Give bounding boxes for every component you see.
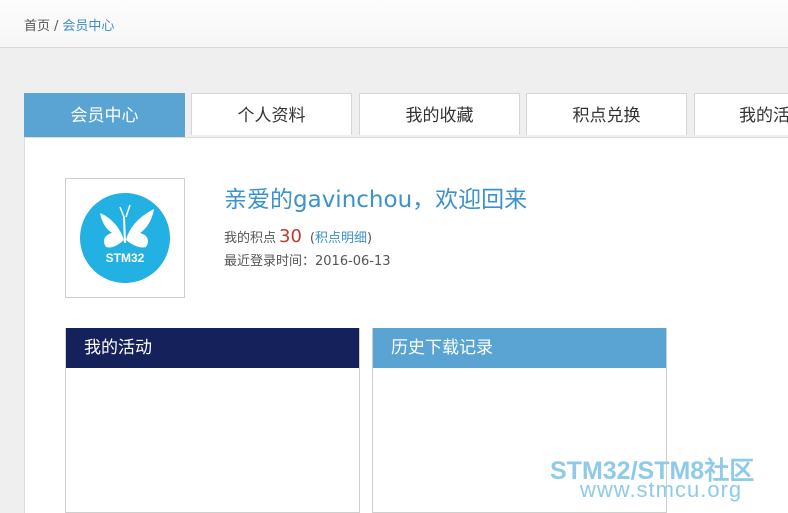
my-activities-title: 我的活动: [66, 328, 359, 368]
tab-profile[interactable]: 个人资料: [191, 93, 352, 135]
tab-bar: 会员中心 个人资料 我的收藏 积点兑换 我的活动: [24, 93, 788, 137]
tab-points-exchange[interactable]: 积点兑换: [526, 93, 687, 135]
top-bar: 首页 / 会员中心: [0, 0, 788, 48]
breadcrumb-current-link[interactable]: 会员中心: [62, 19, 114, 34]
breadcrumb-home-link[interactable]: 首页: [24, 19, 50, 34]
breadcrumb-separator: /: [54, 19, 59, 34]
my-activities-box: 我的活动: [65, 328, 360, 513]
butterfly-icon: [100, 204, 154, 248]
download-history-title: 历史下载记录: [373, 328, 666, 368]
avatar[interactable]: STM32: [65, 178, 185, 298]
breadcrumb: 首页 / 会员中心: [24, 15, 114, 34]
points-link-close: ): [367, 231, 373, 246]
tab-my-activities[interactable]: 我的活动: [694, 93, 788, 135]
points-label: 我的积点: [224, 231, 277, 246]
tab-member-center[interactable]: 会员中心: [24, 93, 185, 137]
last-login-time: 最近登录时间：2016-06-13: [224, 254, 391, 269]
welcome-message: 亲爱的gavinchou，欢迎回来: [224, 187, 528, 213]
avatar-text: STM32: [105, 251, 145, 265]
points-value: 30: [279, 226, 302, 247]
points-line: 我的积点 30 (积点明细): [224, 226, 372, 247]
tab-favorites[interactable]: 我的收藏: [359, 93, 520, 135]
stm32-logo-icon: STM32: [80, 193, 170, 283]
points-detail-link[interactable]: 积点明细: [315, 231, 367, 246]
watermark-url: www.stmcu.org: [580, 477, 743, 502]
